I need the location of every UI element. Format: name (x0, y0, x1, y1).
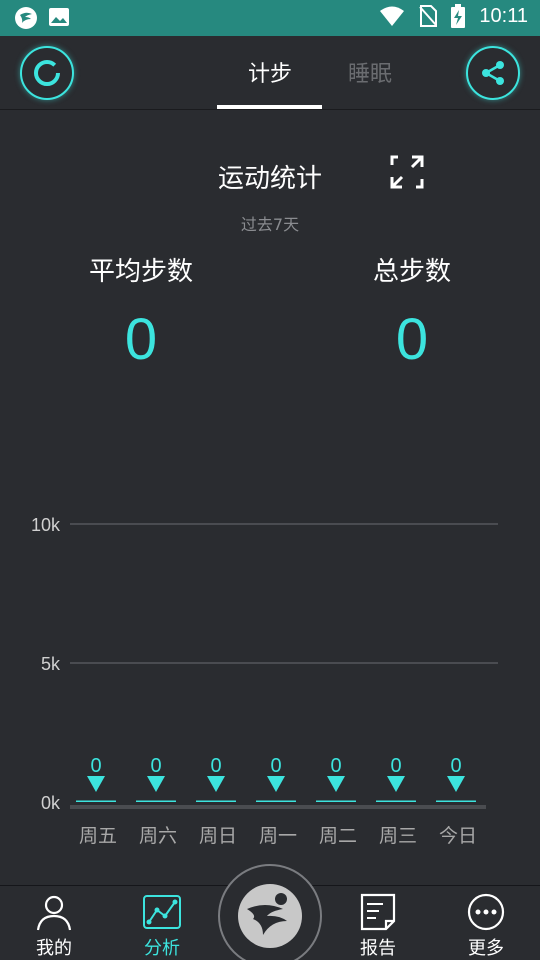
bar (436, 800, 476, 802)
nav-label: 报告 (360, 938, 396, 959)
steps-chart: 10k 5k 0k 0 周五 0 周六 0 周日 0 周一 0 周二 0 周三 0 今日 (31, 515, 498, 847)
status-time: 10:11 (479, 4, 528, 27)
center-home-button[interactable] (218, 864, 322, 960)
nav-item-analysis[interactable]: 分析 (122, 886, 202, 960)
tab-steps[interactable]: 计步 (218, 56, 322, 88)
sync-icon (34, 60, 60, 86)
x-tick-label: 周六 (139, 825, 177, 847)
data-label: 0 (150, 755, 161, 777)
x-tick-label: 周二 (319, 825, 357, 847)
x-tick-label: 周五 (79, 825, 117, 847)
expand-icon[interactable] (390, 155, 424, 189)
y-tick-label: 10k (31, 515, 61, 535)
value-marker-icon (327, 776, 345, 792)
image-notification-icon (49, 8, 69, 26)
battery-charging-icon (451, 4, 466, 28)
data-label: 0 (270, 755, 281, 777)
header: 计步 睡眠 (0, 36, 540, 110)
value-marker-icon (147, 776, 165, 792)
bar (136, 800, 176, 802)
nav-item-more[interactable]: 更多 (446, 886, 526, 960)
bar (376, 800, 416, 802)
no-sim-icon (419, 5, 438, 27)
total-steps-value: 0 (395, 307, 429, 372)
x-tick-label: 周日 (199, 825, 237, 847)
user-icon (36, 895, 72, 931)
chart-icon (143, 895, 181, 929)
data-label: 0 (450, 755, 461, 777)
nav-label: 我的 (36, 938, 72, 959)
y-tick-label: 0k (41, 793, 61, 813)
data-label: 0 (90, 755, 101, 777)
value-marker-icon (447, 776, 465, 792)
nav-label: 分析 (144, 938, 180, 959)
avg-steps-label: 平均步数 (88, 257, 193, 287)
stats-period: 过去7天 (240, 215, 300, 234)
bar (196, 800, 236, 802)
wifi-icon (380, 6, 405, 26)
bar (76, 800, 116, 802)
stats-title: 运动统计 (217, 164, 322, 194)
value-marker-icon (207, 776, 225, 792)
y-tick-label: 5k (41, 654, 61, 674)
avg-steps-value: 0 (124, 307, 158, 372)
nav-item-mine[interactable]: 我的 (14, 886, 94, 960)
bar (256, 800, 296, 802)
value-marker-icon (387, 776, 405, 792)
data-label: 0 (330, 755, 341, 777)
report-icon (360, 893, 396, 931)
sync-button[interactable] (20, 46, 74, 100)
share-icon (482, 61, 504, 85)
tab-indicator (217, 105, 322, 109)
total-steps-label: 总步数 (372, 257, 451, 287)
tab-sleep[interactable]: 睡眠 (348, 56, 392, 88)
value-marker-icon (87, 776, 105, 792)
x-tick-label: 今日 (439, 825, 477, 847)
x-tick-label: 周三 (379, 825, 417, 847)
status-bar: 10:11 (0, 0, 540, 36)
runner-logo-icon (238, 884, 302, 948)
bar (316, 800, 356, 802)
value-marker-icon (267, 776, 285, 792)
x-tick-label: 周一 (259, 825, 297, 847)
data-label: 0 (210, 755, 221, 777)
data-label: 0 (390, 755, 401, 777)
nav-label: 更多 (468, 938, 504, 959)
app-logo-icon (15, 7, 37, 29)
more-icon (467, 893, 505, 931)
share-button[interactable] (466, 46, 520, 100)
nav-item-report[interactable]: 报告 (338, 886, 418, 960)
